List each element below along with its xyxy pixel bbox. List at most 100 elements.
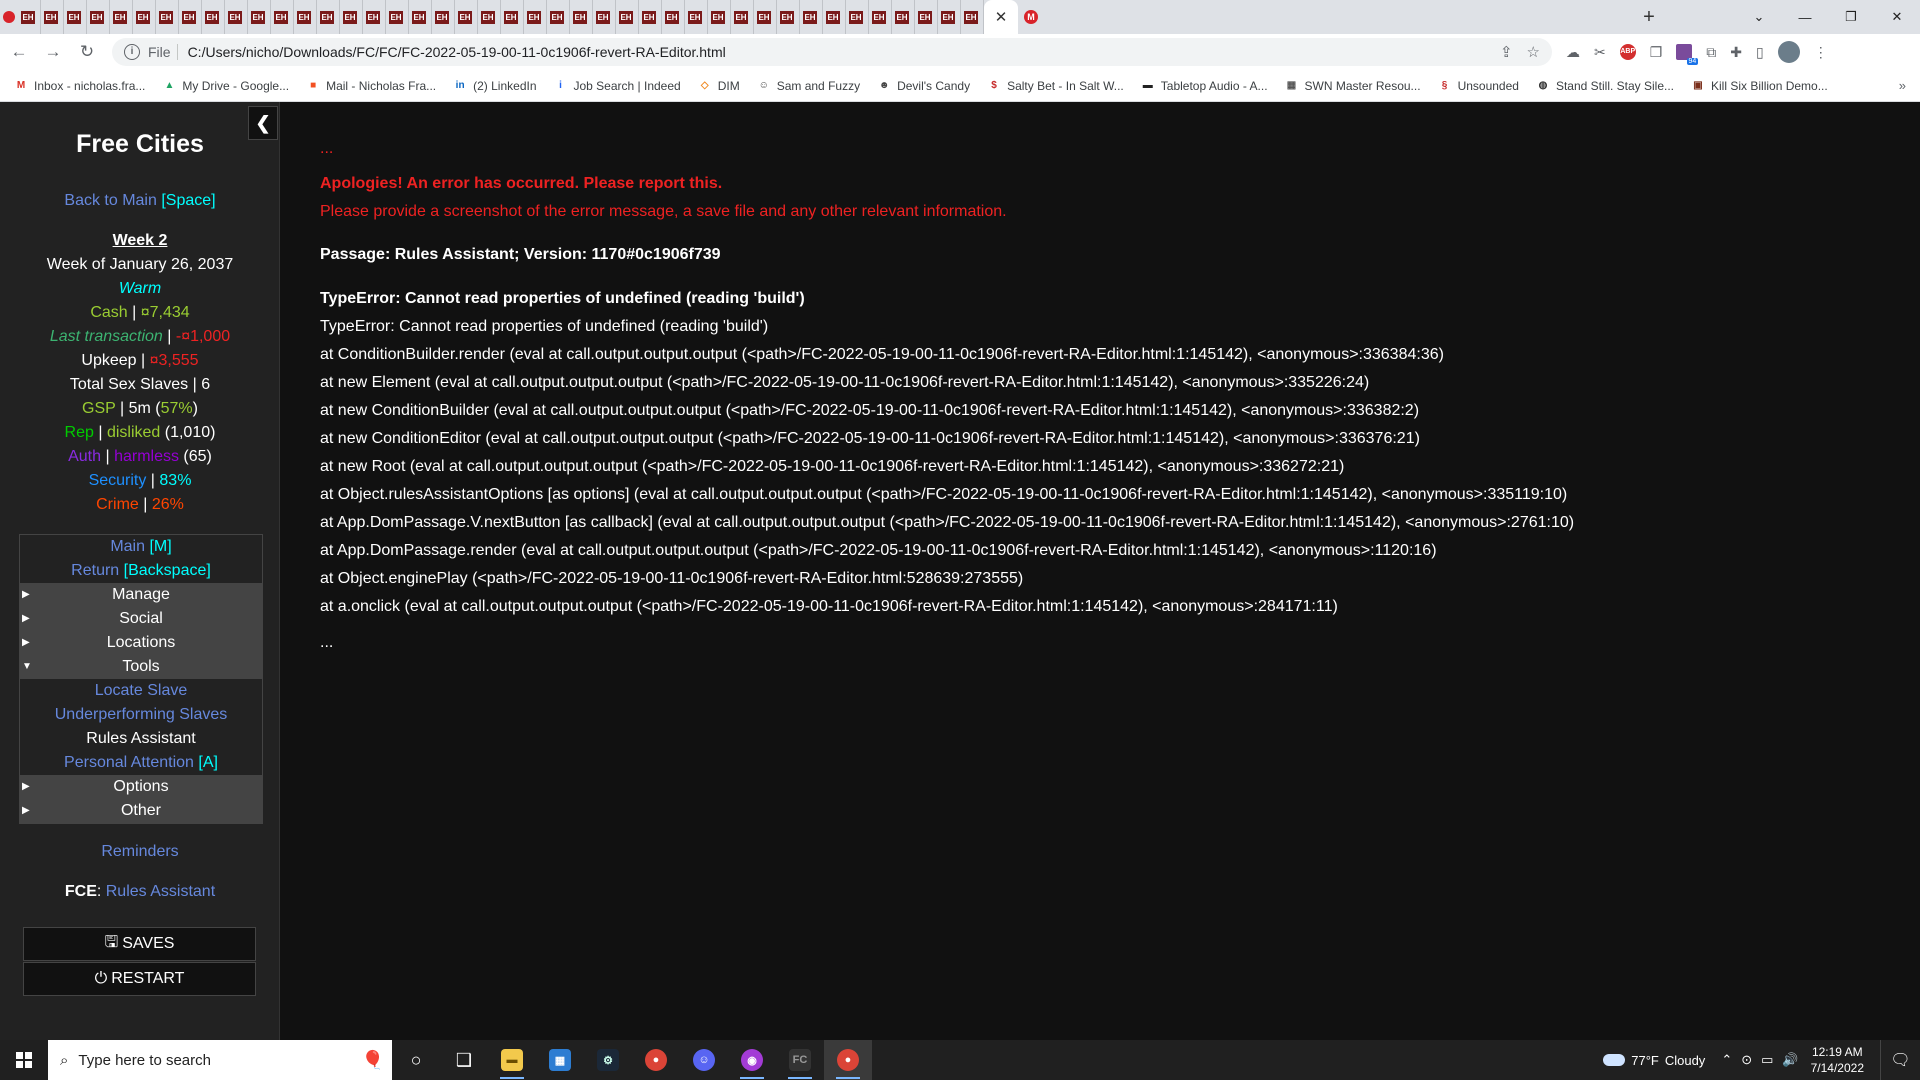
chrome-icon[interactable]: ●: [632, 1040, 680, 1080]
back-arrow-icon[interactable]: ←: [4, 37, 34, 67]
url-text[interactable]: C:/Users/nicho/Downloads/FC/FC/FC-2022-0…: [188, 44, 726, 60]
taskbar-search[interactable]: ⌕ Type here to search 🎈: [48, 1040, 392, 1080]
copy-extension-icon[interactable]: ❐: [1650, 44, 1663, 61]
browser-tab[interactable]: EH: [501, 0, 524, 34]
reminders[interactable]: Reminders: [0, 840, 280, 864]
close-window-button[interactable]: ✕: [1874, 0, 1920, 34]
start-button[interactable]: [0, 1040, 48, 1080]
store-icon[interactable]: ▦: [536, 1040, 584, 1080]
locate-slave-link[interactable]: Locate Slave: [95, 682, 188, 699]
menu-category-options[interactable]: ▶ Options: [20, 775, 262, 799]
browser-tab[interactable]: EH: [202, 0, 225, 34]
menu-return-label[interactable]: Return: [71, 562, 119, 579]
browser-tab[interactable]: EH: [938, 0, 961, 34]
browser-tab[interactable]: EH: [524, 0, 547, 34]
browser-tab[interactable]: EH: [294, 0, 317, 34]
browser-tab[interactable]: EH: [64, 0, 87, 34]
saves-button[interactable]: 🖫 SAVES: [23, 927, 256, 961]
side-panel-icon[interactable]: ▯: [1756, 44, 1764, 61]
browser-tab[interactable]: EH: [340, 0, 363, 34]
bookmark-item[interactable]: ▣ Kill Six Billion Demo...: [1691, 79, 1827, 93]
browser-tab[interactable]: EH: [179, 0, 202, 34]
fce-link[interactable]: Rules Assistant: [106, 883, 215, 900]
browser-tab[interactable]: EH: [570, 0, 593, 34]
menu-item-main[interactable]: Main [M]: [20, 535, 262, 559]
scissors-extension-icon[interactable]: ✂: [1594, 44, 1606, 61]
browser-tab[interactable]: EH: [41, 0, 64, 34]
onedrive-icon[interactable]: ⊙: [1741, 1052, 1752, 1068]
bookmark-item[interactable]: ▬ Tabletop Audio - A...: [1141, 79, 1268, 93]
share-icon[interactable]: ⇪: [1500, 43, 1513, 61]
browser-tab[interactable]: EH: [662, 0, 685, 34]
bookmark-item[interactable]: ▲ My Drive - Google...: [162, 79, 289, 93]
browser-tab[interactable]: EH: [961, 0, 984, 34]
browser-tab[interactable]: EH: [846, 0, 869, 34]
new-tab-button[interactable]: +: [1632, 0, 1666, 34]
bookmark-item[interactable]: i Job Search | Indeed: [554, 79, 681, 93]
back-to-main[interactable]: Back to Main [Space]: [0, 189, 280, 213]
badge-extension-icon[interactable]: 94: [1676, 44, 1699, 65]
browser-tab[interactable]: EH: [777, 0, 800, 34]
menu-category-other[interactable]: ▶ Other: [20, 799, 262, 823]
browser-tab[interactable]: EH: [754, 0, 777, 34]
browser-tab[interactable]: EH: [363, 0, 386, 34]
browser-tab[interactable]: EH: [455, 0, 478, 34]
translate-extension-icon[interactable]: ⧉: [1706, 44, 1716, 61]
messenger-icon[interactable]: ◉: [728, 1040, 776, 1080]
chrome-active-icon[interactable]: ●: [824, 1040, 872, 1080]
bookmark-item[interactable]: ▦ SWN Master Resou...: [1285, 79, 1421, 93]
discord-icon[interactable]: ☺: [680, 1040, 728, 1080]
active-tab[interactable]: ✕: [984, 0, 1018, 34]
browser-tab[interactable]: EH: [616, 0, 639, 34]
gmail-tab-2[interactable]: M: [1018, 0, 1044, 34]
bookmark-item[interactable]: ◇ DIM: [698, 79, 740, 93]
profile-avatar[interactable]: [1777, 41, 1800, 63]
menu-item-return[interactable]: Return [Backspace]: [20, 559, 262, 583]
menu-category-tools[interactable]: ▼ Tools: [20, 655, 262, 679]
bookmark-item[interactable]: M Inbox - nicholas.fra...: [14, 79, 146, 93]
browser-tab[interactable]: EH: [248, 0, 271, 34]
browser-tab[interactable]: EH: [432, 0, 455, 34]
address-bar[interactable]: i File C:/Users/nicho/Downloads/FC/FC/FC…: [112, 38, 1552, 66]
menu-category-manage[interactable]: ▶ Manage: [20, 583, 262, 607]
browser-tab[interactable]: EH: [639, 0, 662, 34]
maximize-button[interactable]: ❐: [1828, 0, 1874, 34]
browser-tab[interactable]: EH: [547, 0, 570, 34]
info-icon[interactable]: i: [124, 44, 140, 60]
more-bookmarks-icon[interactable]: »: [1899, 78, 1906, 93]
browser-tab[interactable]: EH: [708, 0, 731, 34]
file-explorer-icon[interactable]: ▬: [488, 1040, 536, 1080]
browser-tab[interactable]: EH: [823, 0, 846, 34]
forward-arrow-icon[interactable]: →: [38, 37, 68, 67]
steam-icon[interactable]: ⚙: [584, 1040, 632, 1080]
volume-icon[interactable]: 🔊: [1782, 1052, 1798, 1068]
weather-widget[interactable]: 77°F Cloudy: [1603, 1053, 1705, 1068]
menu-category-locations[interactable]: ▶ Locations: [20, 631, 262, 655]
chevron-up-icon[interactable]: ⌃: [1721, 1052, 1732, 1068]
task-view-icon[interactable]: ❑: [440, 1040, 488, 1080]
browser-tab[interactable]: EH: [800, 0, 823, 34]
gmail-tab[interactable]: [0, 0, 18, 34]
kebab-menu-icon[interactable]: ⋮: [1814, 44, 1828, 61]
bookmark-item[interactable]: $ Salty Bet - In Salt W...: [987, 79, 1124, 93]
personal-attention-link[interactable]: Personal Attention: [64, 754, 194, 771]
underperforming-link[interactable]: Underperforming Slaves: [55, 706, 228, 723]
browser-tab[interactable]: EH: [18, 0, 41, 34]
browser-tab[interactable]: EH: [409, 0, 432, 34]
menu-item-locate-slave[interactable]: Locate Slave: [20, 679, 262, 703]
menu-item-personal-attention[interactable]: Personal Attention [A]: [20, 751, 262, 775]
bookmark-item[interactable]: ☻ Devil's Candy: [877, 79, 970, 93]
bookmark-item[interactable]: ■ Mail - Nicholas Fra...: [306, 79, 436, 93]
menu-category-social[interactable]: ▶ Social: [20, 607, 262, 631]
clock[interactable]: 12:19 AM 7/14/2022: [1811, 1044, 1864, 1076]
adblock-icon[interactable]: ABP: [1619, 44, 1636, 60]
minimize-button[interactable]: —: [1782, 0, 1828, 34]
browser-tab[interactable]: EH: [133, 0, 156, 34]
browser-tab[interactable]: EH: [386, 0, 409, 34]
bookmark-item[interactable]: ☺ Sam and Fuzzy: [757, 79, 860, 93]
reload-icon[interactable]: ↻: [72, 37, 102, 67]
close-tab-icon[interactable]: ✕: [995, 8, 1008, 26]
bookmark-item[interactable]: in (2) LinkedIn: [453, 79, 537, 93]
cloud-extension-icon[interactable]: ☁: [1566, 44, 1580, 61]
cortana-icon[interactable]: ○: [392, 1040, 440, 1080]
